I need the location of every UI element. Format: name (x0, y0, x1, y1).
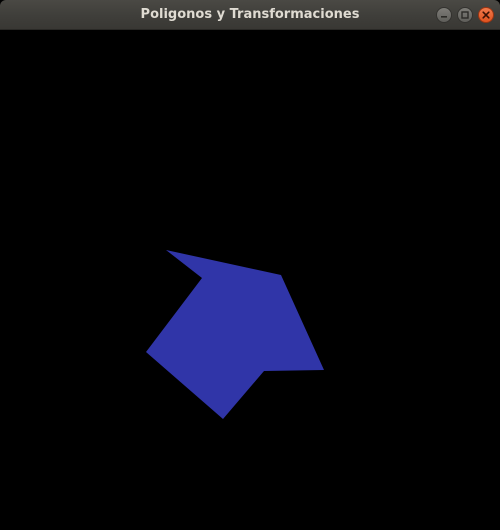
close-icon (482, 11, 490, 19)
drawing-canvas[interactable] (0, 30, 500, 530)
app-window: Poligonos y Transformaciones (0, 0, 500, 530)
maximize-button[interactable] (457, 7, 473, 23)
canvas-svg (0, 30, 500, 530)
minimize-button[interactable] (436, 7, 452, 23)
maximize-icon (461, 11, 469, 19)
title-bar[interactable]: Poligonos y Transformaciones (0, 0, 500, 30)
minimize-icon (441, 16, 447, 18)
window-controls (436, 7, 494, 23)
window-title: Poligonos y Transformaciones (140, 7, 360, 22)
close-button[interactable] (478, 7, 494, 23)
